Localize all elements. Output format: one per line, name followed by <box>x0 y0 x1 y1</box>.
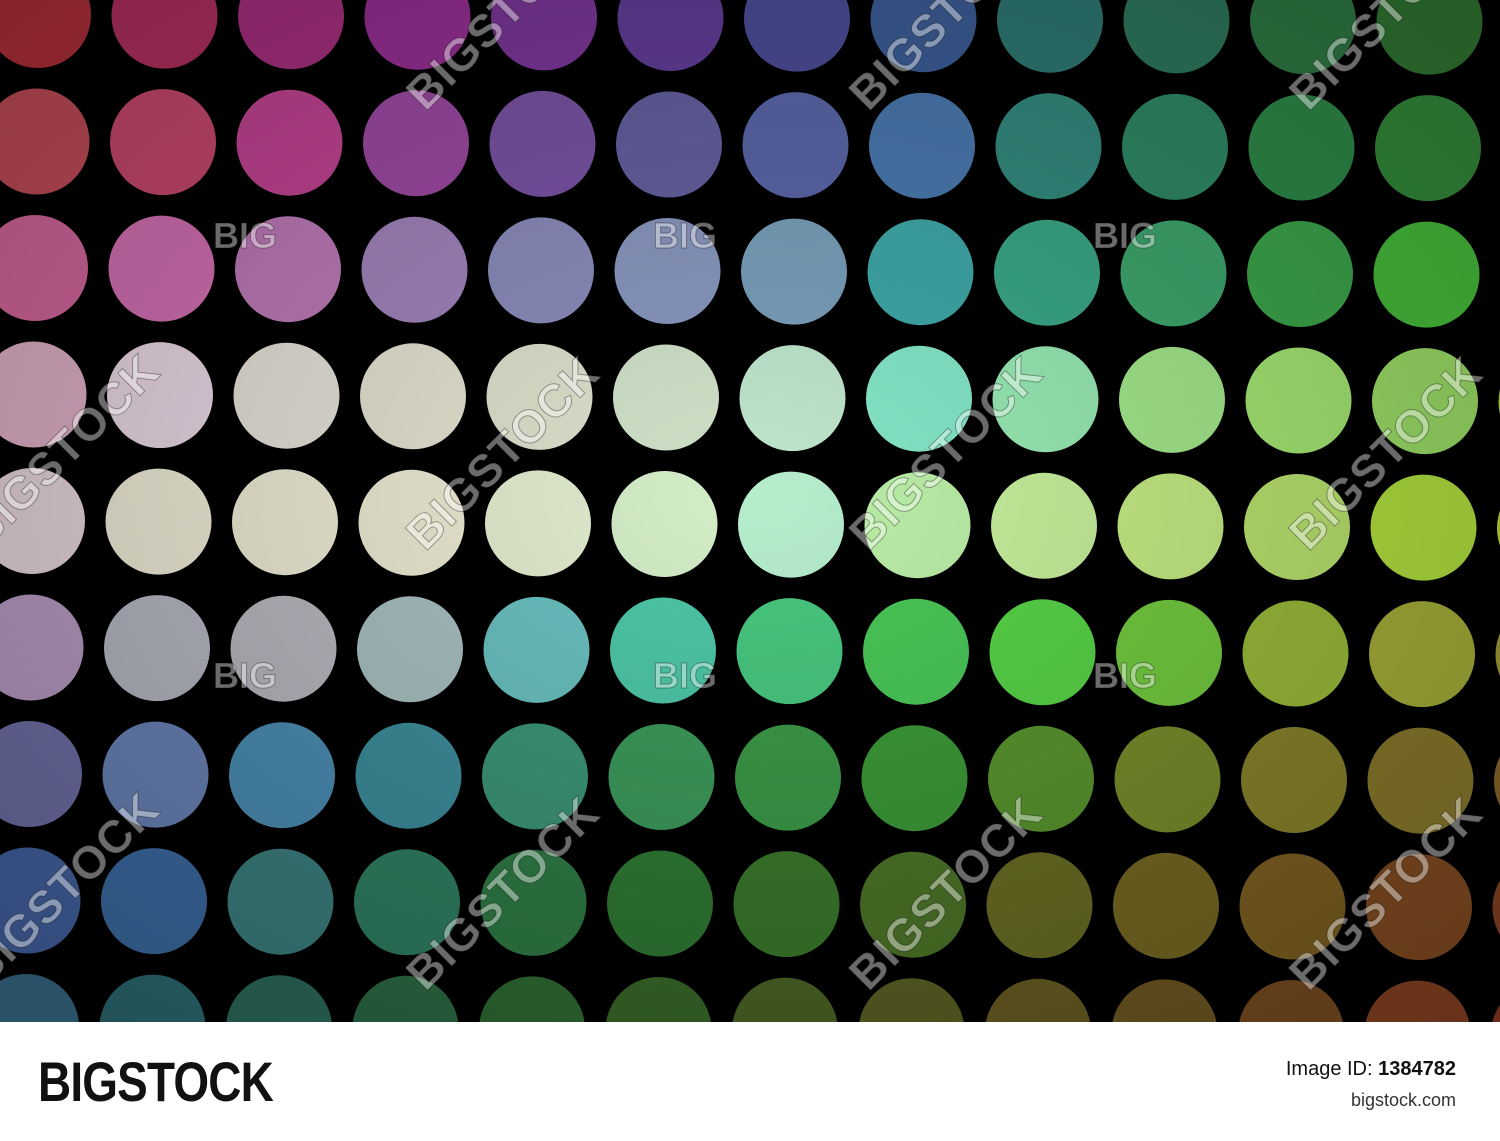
site-url-link[interactable]: bigstock.com <box>1351 1090 1456 1111</box>
dots-canvas <box>0 0 1500 1022</box>
bigstock-logo: BIGSTOCK <box>38 1050 274 1113</box>
image-id-line: Image ID: 1384782 <box>1286 1058 1456 1081</box>
vignette-overlay <box>0 0 1500 1022</box>
image-id-label: Image ID: <box>1285 1058 1373 1080</box>
rainbow-dots-photo: BIGSTOCK BIGSTOCK BIGSTOCK BIGSTOCK BIGS… <box>0 0 1500 1022</box>
stock-photo-frame: BIGSTOCK BIGSTOCK BIGSTOCK BIGSTOCK BIGS… <box>0 0 1500 1141</box>
image-id-value: 1384782 <box>1378 1058 1456 1080</box>
attribution-footer: BIGSTOCK Image ID: 1384782 bigstock.com <box>0 1022 1500 1141</box>
